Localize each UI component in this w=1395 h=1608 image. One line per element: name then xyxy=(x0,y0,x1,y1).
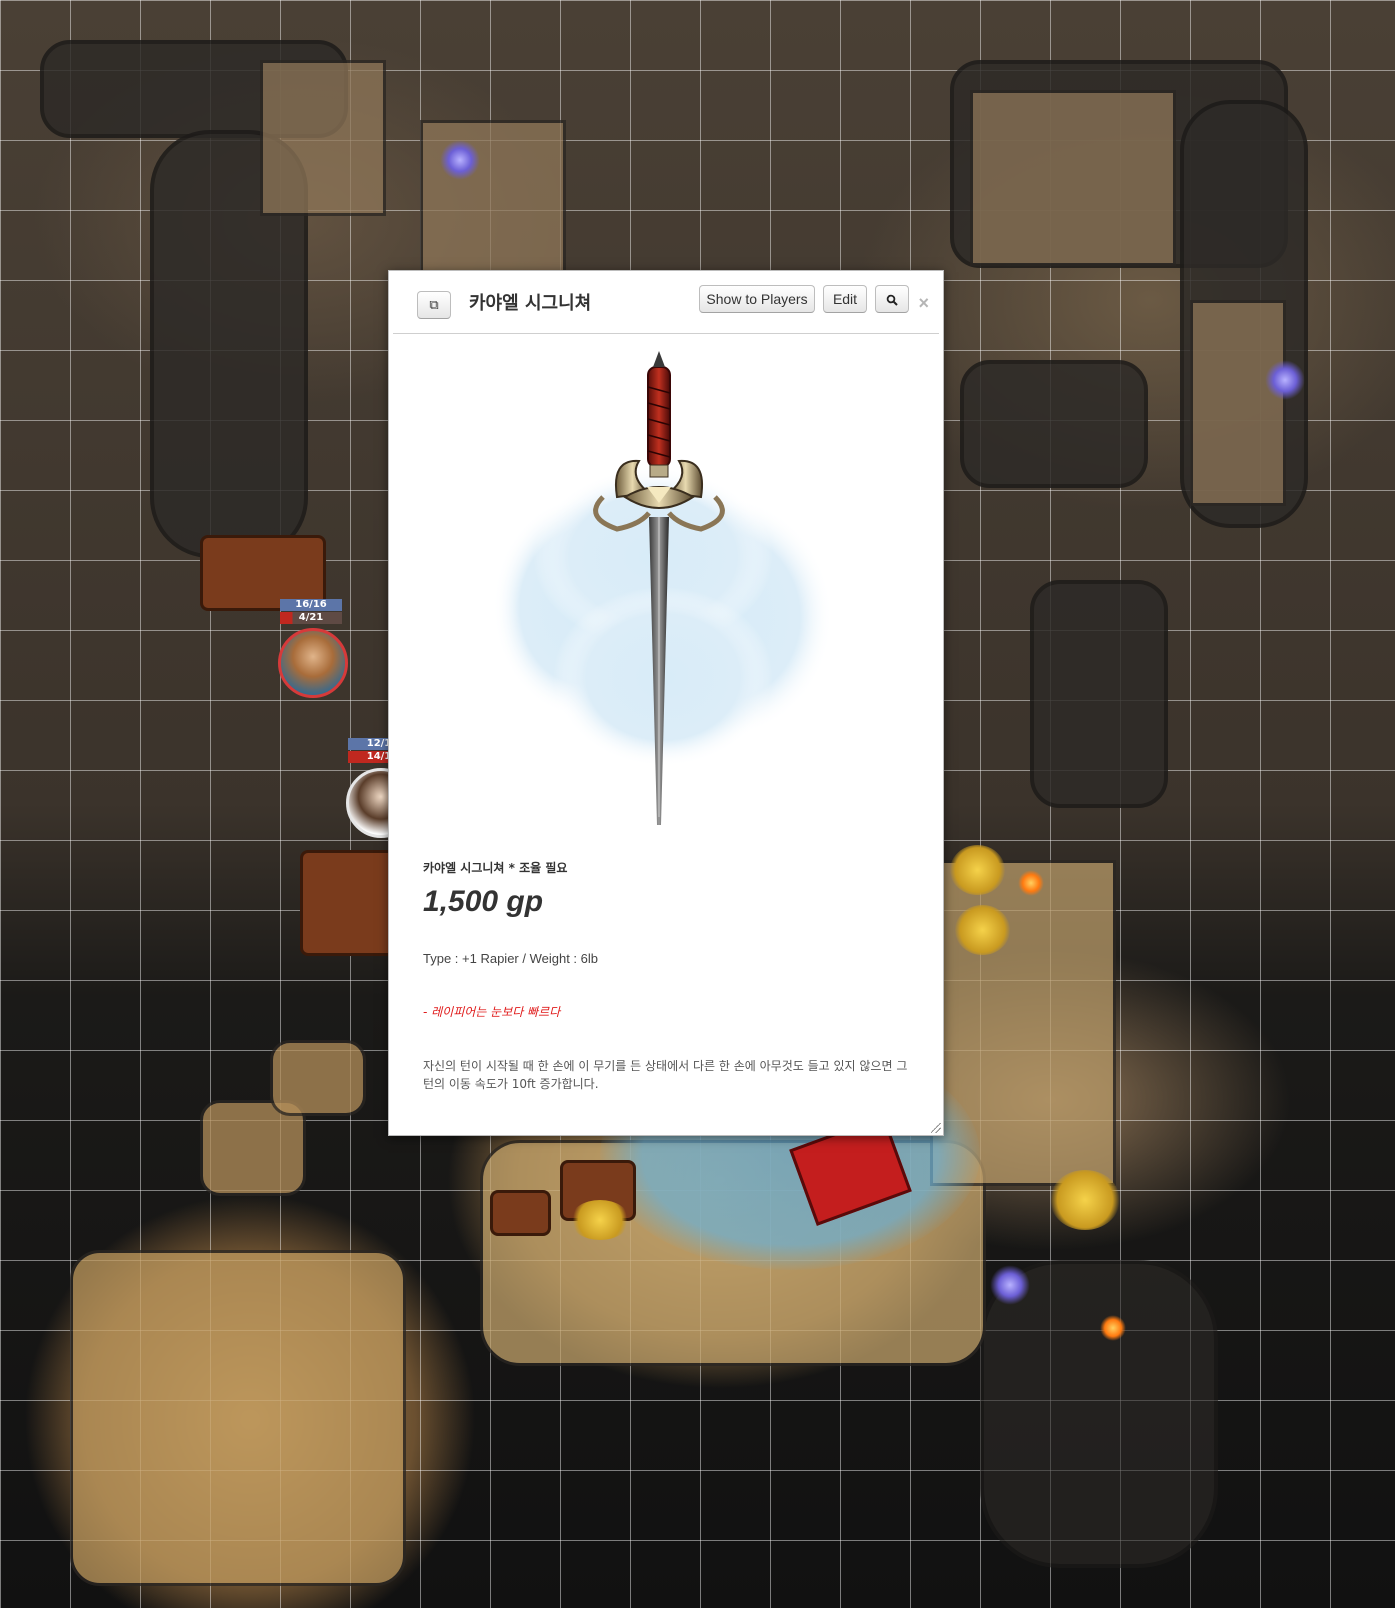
edit-button[interactable]: Edit xyxy=(823,285,867,313)
cave-wall xyxy=(960,360,1148,488)
torch-icon xyxy=(1100,1315,1126,1341)
resize-handle[interactable] xyxy=(931,1123,941,1133)
popout-icon: ⧉ xyxy=(429,297,439,312)
dialog-title: 카야엘 시그니쳐 xyxy=(469,293,592,314)
rapier-image xyxy=(403,347,931,835)
crystal-icon xyxy=(990,1265,1030,1305)
popout-button[interactable]: ⧉ xyxy=(417,291,451,319)
stone-floor xyxy=(270,1040,366,1116)
torch-icon xyxy=(1018,870,1044,896)
hp-bar: 16/16 xyxy=(280,599,342,611)
show-to-players-button[interactable]: Show to Players xyxy=(699,285,815,313)
chest-icon xyxy=(300,850,396,956)
item-subtitle: 카야엘 시그니쳐 * 조율 필요 xyxy=(423,861,568,875)
gold-pile xyxy=(570,1200,630,1240)
stone-floor xyxy=(420,120,566,276)
token-bars-dwarf: 16/16 4/21 xyxy=(280,599,342,625)
cave-wall xyxy=(980,1260,1218,1568)
dialog-header: ⧉ 카야엘 시그니쳐 Show to Players Edit xyxy=(393,271,939,334)
crystal-icon xyxy=(1265,360,1305,400)
resource-bar: 4/21 xyxy=(280,612,342,624)
item-tagline: - 레이피어는 눈보다 빠르다 xyxy=(423,1005,561,1019)
stone-floor xyxy=(1190,300,1286,506)
stone-floor xyxy=(70,1250,406,1586)
rapier-illustration xyxy=(493,351,833,825)
search-button[interactable] xyxy=(875,285,909,313)
chest-icon xyxy=(490,1190,551,1236)
dwarf-token[interactable] xyxy=(278,628,348,698)
stone-floor xyxy=(260,60,386,216)
cave-wall xyxy=(1030,580,1168,808)
item-price: 1,500 gp xyxy=(423,885,544,918)
item-type: Type : +1 Rapier / Weight : 6lb xyxy=(423,951,598,966)
handout-dialog: ⧉ 카야엘 시그니쳐 Show to Players Edit × 카야엘 시그… xyxy=(388,270,944,1136)
gold-pile xyxy=(950,845,1005,895)
crystal-icon xyxy=(440,140,480,180)
gold-pile xyxy=(1050,1170,1120,1230)
gold-pile xyxy=(955,905,1010,955)
close-icon[interactable]: × xyxy=(918,293,929,314)
item-description: 자신의 턴이 시작될 때 한 손에 이 무기를 든 상태에서 다른 한 손에 아… xyxy=(423,1059,908,1091)
search-icon xyxy=(886,294,898,306)
stone-floor xyxy=(970,90,1176,266)
